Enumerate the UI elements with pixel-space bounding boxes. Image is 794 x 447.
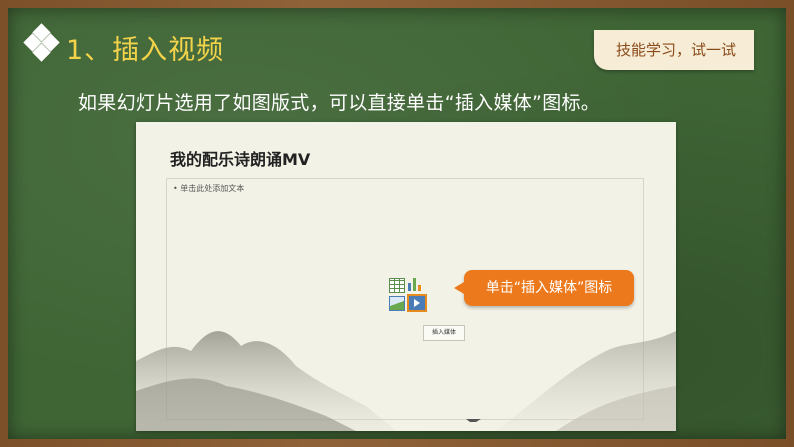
instruction-text: 如果幻灯片选用了如图版式，可以直接单击“插入媒体”图标。 (78, 92, 601, 114)
ink-mountains-illustration (136, 331, 676, 431)
chart-icon[interactable] (408, 278, 422, 291)
diamond-logo-icon (22, 22, 62, 66)
slide-preview: 我的配乐诗朗诵MV • 单击此处添加文本 插入媒体 单击“插入媒体”图标 (136, 122, 676, 431)
chalkboard: 1、插入视频 技能学习，试一试 如果幻灯片选用了如图版式，可以直接单击“插入媒体… (8, 8, 786, 439)
section-title: 1、插入视频 (66, 35, 225, 66)
skill-tag: 技能学习，试一试 (593, 30, 754, 70)
placeholder-text: • 单击此处添加文本 (173, 184, 245, 193)
slide-title: 我的配乐诗朗诵MV (170, 150, 311, 169)
chalkboard-frame: 1、插入视频 技能学习，试一试 如果幻灯片选用了如图版式，可以直接单击“插入媒体… (0, 0, 794, 447)
